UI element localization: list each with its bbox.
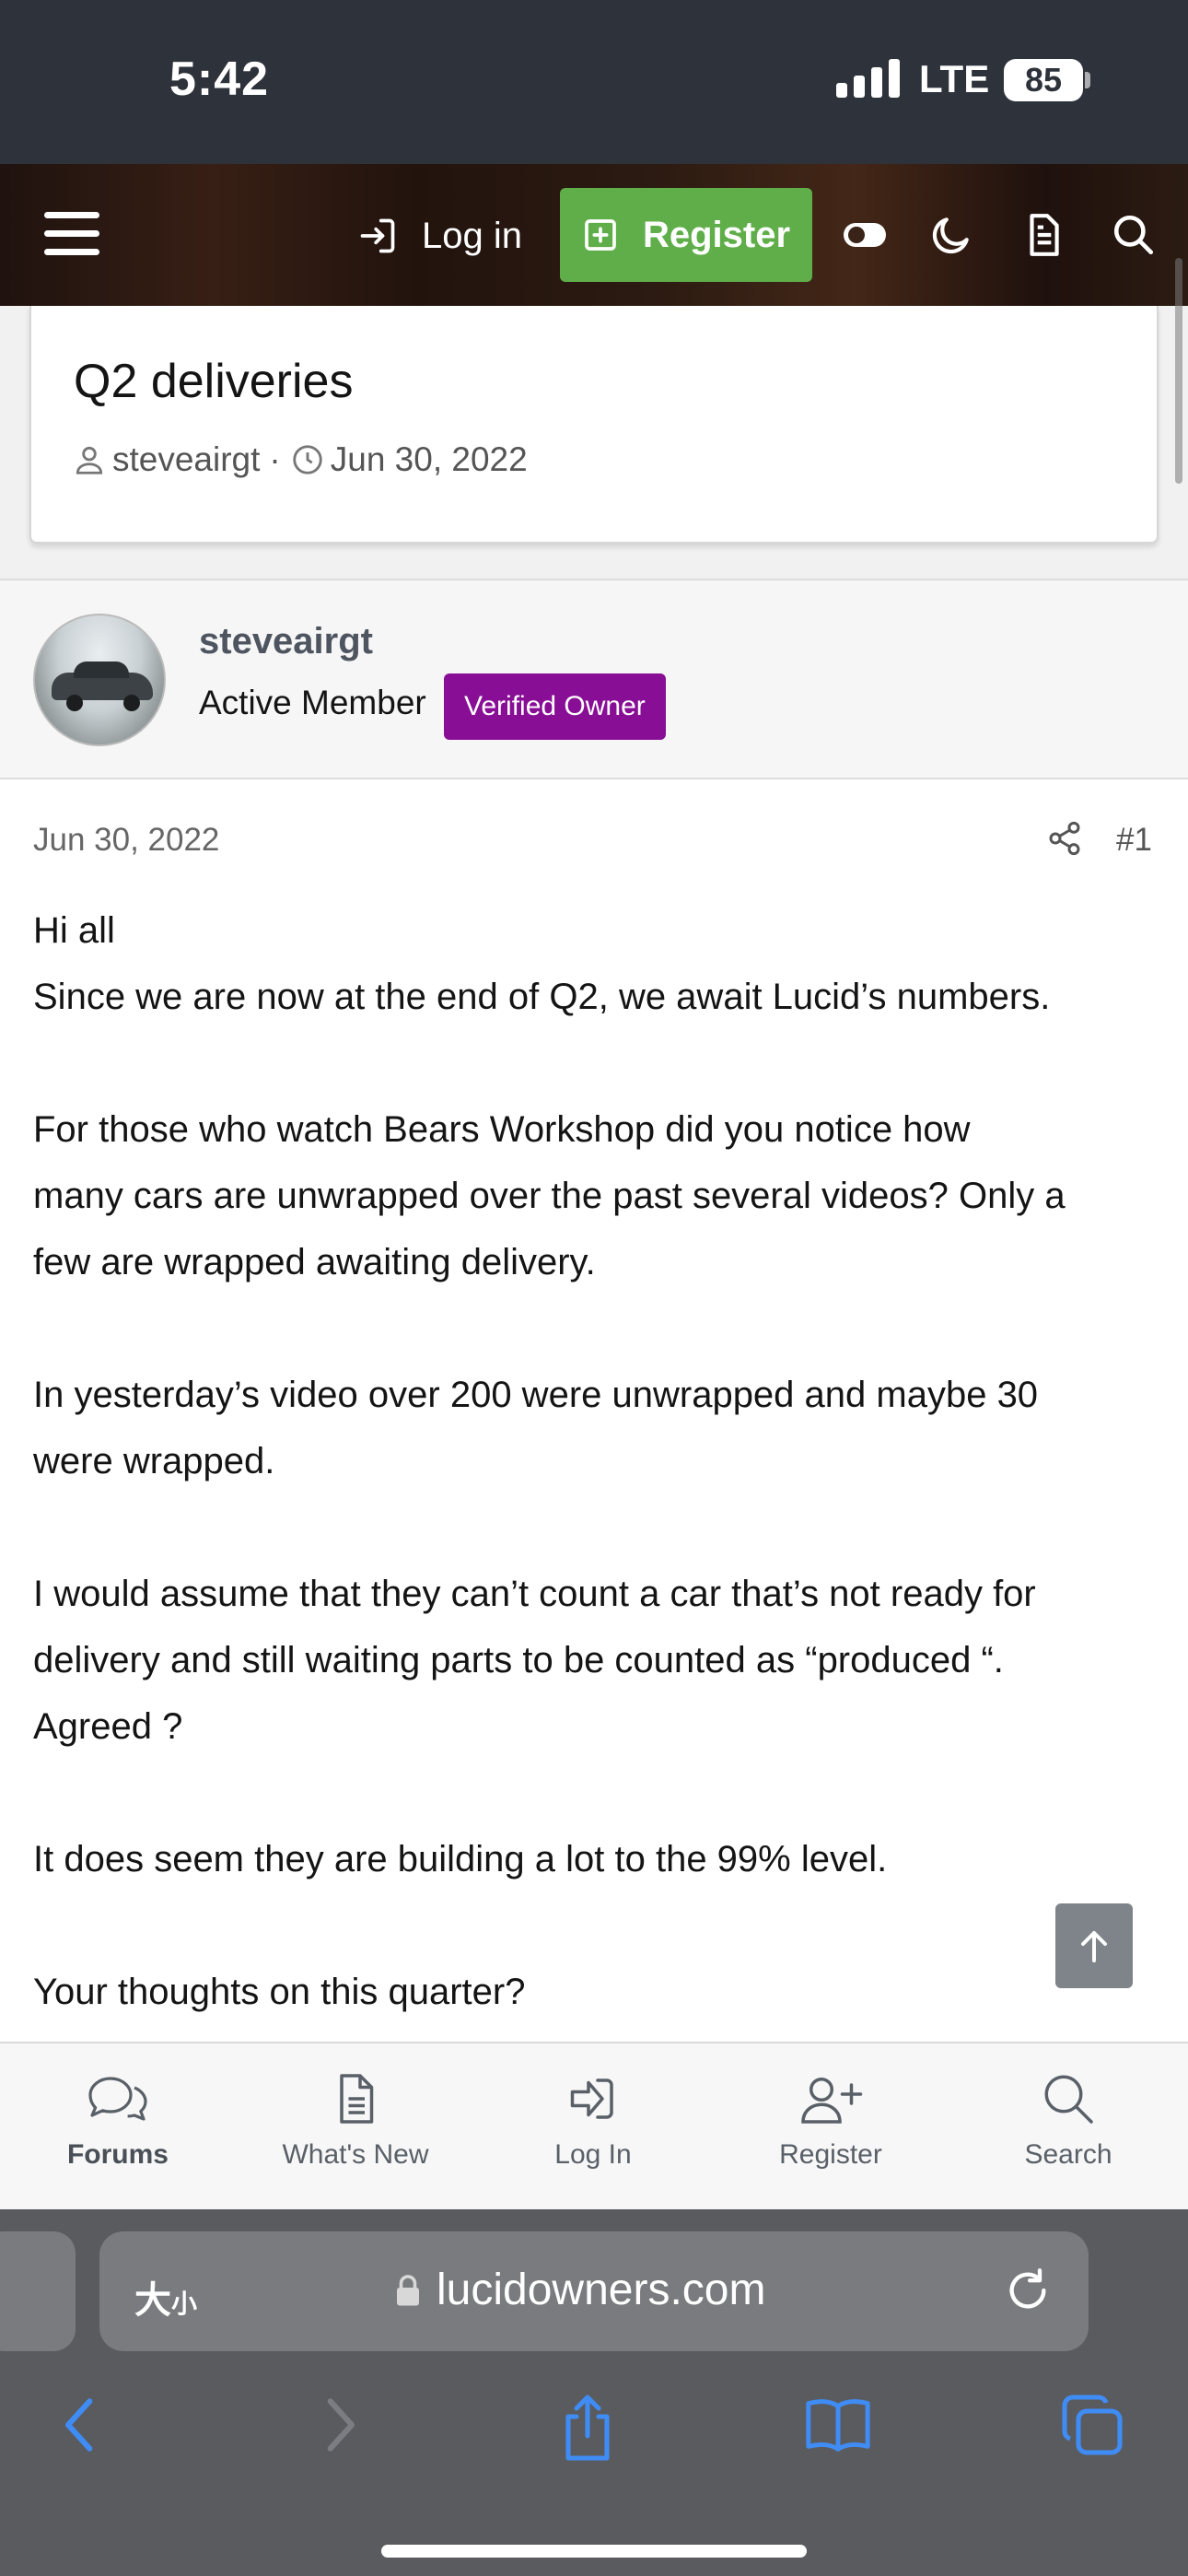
document-icon: [340, 2074, 374, 2124]
toggle-icon[interactable]: [842, 212, 888, 258]
register-button[interactable]: Register: [560, 188, 812, 282]
arrow-up-icon: [1081, 1931, 1107, 1962]
battery-tip: [1085, 72, 1090, 88]
verified-owner-badge: Verified Owner: [444, 673, 666, 740]
tab-forums[interactable]: Forums: [26, 2071, 210, 2171]
login-icon: [570, 2078, 613, 2119]
share-button[interactable]: [554, 2392, 621, 2468]
post-line: In yesterday’s video over 200 were unwra…: [33, 1375, 1039, 1415]
reload-icon[interactable]: [1004, 2266, 1052, 2319]
share-icon: [565, 2395, 610, 2461]
url-display[interactable]: lucidowners.com: [394, 2265, 765, 2315]
url-text: lucidowners.com: [437, 2266, 766, 2314]
post-username[interactable]: steveairgt: [199, 621, 373, 662]
user-icon: [76, 446, 103, 474]
search-icon: [1044, 2075, 1093, 2124]
clock-icon: [293, 445, 322, 474]
chevron-right-icon: [327, 2398, 355, 2452]
chevron-left-icon: [64, 2398, 93, 2452]
post-number[interactable]: #1: [1116, 822, 1152, 859]
document-icon[interactable]: [1020, 212, 1066, 258]
status-bar: 5:42 LTE 85: [0, 0, 1188, 164]
page-scrollbar[interactable]: [1175, 258, 1182, 484]
user-title: Active Member: [199, 684, 426, 721]
post-line: For those who watch Bears Workshop did y…: [33, 1109, 971, 1150]
post-line: were wrapped.: [33, 1441, 275, 1481]
back-button[interactable]: [55, 2392, 107, 2463]
thread-author[interactable]: steveairgt: [112, 440, 260, 479]
tabs-button[interactable]: [1059, 2392, 1125, 2463]
tab-label: Register: [779, 2139, 882, 2170]
thread-title-card: Q2 deliveries steveairgt · Jun 30, 2022: [29, 306, 1159, 544]
tab-label: What's New: [282, 2139, 429, 2170]
tabs-icon: [1062, 2395, 1123, 2455]
tab-label: Forums: [66, 2139, 169, 2170]
thread-date[interactable]: Jun 30, 2022: [331, 440, 528, 479]
tab-whats-new[interactable]: What's New: [263, 2071, 448, 2171]
login-link[interactable]: Log in: [357, 208, 522, 263]
post-line: Hi all: [33, 910, 115, 951]
book-icon: [806, 2399, 870, 2452]
avatar[interactable]: [33, 614, 166, 746]
address-bar[interactable]: 大小 lucidowners.com: [99, 2231, 1089, 2351]
thread-header-area: Q2 deliveries steveairgt · Jun 30, 2022: [0, 306, 1188, 579]
bookmarks-button[interactable]: [803, 2392, 873, 2463]
register-plus-icon: [585, 219, 616, 251]
add-user-icon: [801, 2078, 863, 2124]
tab-log-in[interactable]: Log In: [501, 2071, 685, 2171]
tab-search[interactable]: Search: [976, 2071, 1160, 2171]
share-icon[interactable]: [1046, 820, 1083, 861]
post-line: Agreed ?: [33, 1706, 183, 1747]
post-line: Your thoughts on this quarter?: [33, 1972, 526, 2012]
menu-icon[interactable]: [44, 210, 99, 258]
thread-meta: steveairgt · Jun 30, 2022: [72, 440, 528, 479]
post-date[interactable]: Jun 30, 2022: [33, 822, 219, 859]
bottom-tab-bar: Forums What's New Log In Register Search: [0, 2042, 1188, 2209]
home-indicator[interactable]: [381, 2545, 807, 2558]
login-label: Log in: [422, 215, 522, 256]
status-time: 5:42: [169, 53, 270, 106]
post-line: delivery and still waiting parts to be c…: [33, 1640, 1004, 1680]
battery-icon: 85: [1004, 59, 1083, 101]
site-header: Log in Register: [0, 164, 1188, 306]
cellular-signal-icon: [836, 59, 901, 98]
register-label: Register: [642, 214, 791, 255]
previous-tab-preview[interactable]: [0, 2231, 76, 2351]
tab-label: Search: [1024, 2139, 1112, 2170]
lock-icon: [397, 2274, 419, 2305]
login-icon: [360, 218, 395, 253]
scroll-to-top-button[interactable]: [1055, 1903, 1133, 1988]
text-size-button[interactable]: 大小: [134, 2270, 197, 2324]
search-icon[interactable]: [1111, 212, 1157, 258]
chat-bubbles-icon: [88, 2077, 147, 2121]
thread-title: Q2 deliveries: [74, 355, 354, 408]
post-line: It does seem they are building a lot to …: [33, 1839, 888, 1879]
post-line: Since we are now at the end of Q2, we aw…: [33, 977, 1051, 1017]
browser-toolbar: 大小 lucidowners.com: [0, 2209, 1188, 2576]
post-body: Hi all Since we are now at the end of Q2…: [33, 897, 1157, 2025]
tab-register[interactable]: Register: [739, 2071, 923, 2171]
post-user-block: steveairgt Active Member Verified Owner: [0, 579, 1188, 779]
forward-button[interactable]: [313, 2392, 365, 2463]
moon-icon[interactable]: [928, 212, 974, 258]
post-line: I would assume that they can’t count a c…: [33, 1574, 1036, 1614]
post-line: many cars are unwrapped over the past se…: [33, 1176, 1066, 1216]
meta-separator: ·: [269, 440, 281, 478]
post-line: few are wrapped awaiting delivery.: [33, 1242, 596, 1282]
tab-label: Log In: [554, 2139, 632, 2170]
network-type: LTE: [919, 57, 990, 100]
